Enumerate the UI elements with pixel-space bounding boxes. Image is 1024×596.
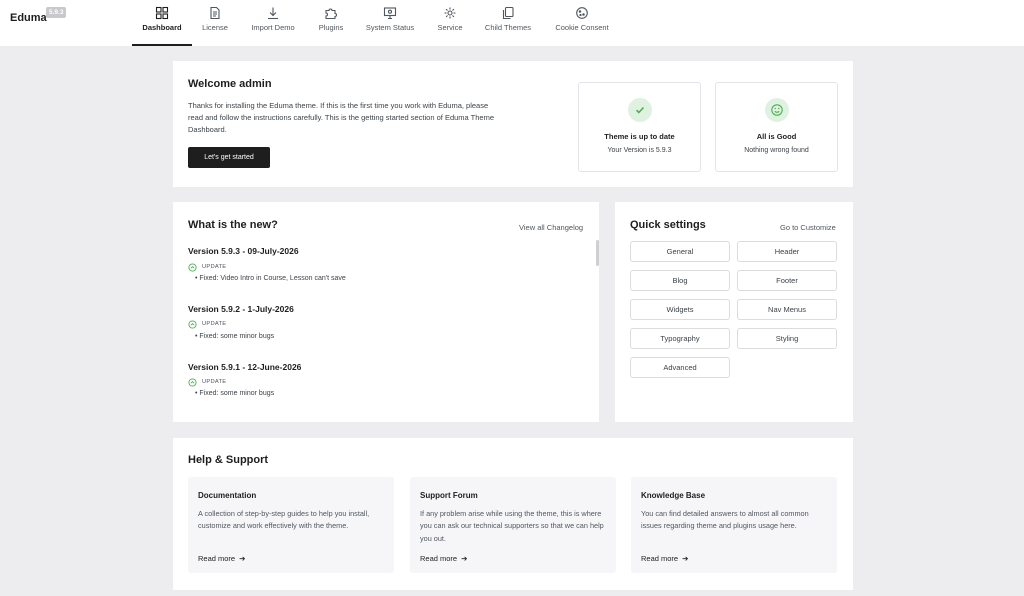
smile-status [764, 98, 789, 122]
tab-label: License [202, 23, 228, 32]
download-icon [266, 6, 280, 20]
tab-system-status[interactable]: System Status [361, 0, 419, 46]
tab-child-themes[interactable]: Child Themes [480, 0, 536, 46]
changelog-item: • Fixed: some minor bugs [195, 390, 275, 397]
checkmark-icon [635, 106, 644, 114]
version-title: Version 5.9.2 - 1-July-2026 [188, 304, 294, 314]
view-changelog-link[interactable]: View all Changelog [519, 223, 583, 232]
document-icon [208, 6, 222, 20]
help-card-title: Documentation [198, 491, 257, 500]
update-icon [188, 378, 197, 387]
changelog-card: What is the new? View all Changelog Vers… [173, 202, 599, 422]
health-status: All is Good Nothing wrong found [715, 82, 838, 172]
brand-name: Eduma [10, 12, 47, 24]
help-card-title: Knowledge Base [641, 491, 706, 500]
qs-header-button[interactable]: Header [737, 241, 837, 262]
welcome-description: Thanks for installing the Eduma theme. I… [188, 101, 494, 134]
scrollbar-thumb[interactable] [596, 240, 599, 266]
arrow-right-icon: ➔ [239, 554, 246, 563]
help-knowledge-base: Knowledge Base You can find detailed ans… [631, 477, 837, 573]
help-card-title: Support Forum [420, 491, 478, 500]
read-more-link[interactable]: Read more ➔ [198, 554, 245, 563]
version-title: Version 5.9.3 - 09-July-2026 [188, 246, 299, 256]
arrow-right-icon: ➔ [461, 554, 468, 563]
changelog-item: • Fixed: some minor bugs [195, 333, 275, 340]
help-title: Help & Support [188, 454, 269, 466]
qs-typography-button[interactable]: Typography [630, 328, 730, 349]
help-support-forum: Support Forum If any problem arise while… [410, 477, 616, 573]
qs-general-button[interactable]: General [630, 241, 730, 262]
update-icon [188, 263, 197, 272]
version-title: Version 5.9.1 - 12-June-2026 [188, 362, 302, 372]
copy-icon [501, 6, 515, 20]
qs-styling-button[interactable]: Styling [737, 328, 837, 349]
welcome-title: Welcome admin [188, 78, 272, 90]
update-status-title: Theme is up to date [604, 132, 675, 141]
update-label: UPDATE [202, 321, 227, 327]
tab-service[interactable]: Service [432, 0, 468, 46]
tab-label: System Status [365, 23, 415, 32]
help-card-description: If any problem arise while using the the… [420, 509, 604, 543]
update-icon [188, 320, 197, 329]
monitor-icon [383, 6, 397, 20]
get-started-button[interactable]: Let's get started [188, 147, 270, 168]
qs-widgets-button[interactable]: Widgets [630, 299, 730, 320]
welcome-card: Welcome admin Thanks for installing the … [173, 61, 853, 187]
tab-cookie-consent[interactable]: Cookie Consent [551, 0, 613, 46]
tab-plugins[interactable]: Plugins [313, 0, 349, 46]
update-status-subtitle: Your Version is 5.9.3 [607, 147, 672, 154]
theme-update-status: Theme is up to date Your Version is 5.9.… [578, 82, 701, 172]
read-more-link[interactable]: Read more ➔ [641, 554, 688, 563]
top-navigation-bar: Eduma 5.9.3 Dashboard License Import Dem… [0, 0, 1024, 46]
smile-icon [770, 104, 783, 116]
arrow-right-icon: ➔ [682, 554, 689, 563]
quick-settings-title: Quick settings [630, 219, 706, 231]
cookie-icon [575, 6, 589, 20]
tab-import-demo[interactable]: Import Demo [245, 0, 301, 46]
grid-icon [155, 6, 169, 20]
health-status-subtitle: Nothing wrong found [744, 147, 809, 154]
qs-footer-button[interactable]: Footer [737, 270, 837, 291]
health-status-title: All is Good [756, 132, 797, 141]
update-label: UPDATE [202, 264, 227, 270]
go-to-customize-link[interactable]: Go to Customize [780, 223, 836, 232]
quick-settings-card: Quick settings Go to Customize General H… [615, 202, 853, 422]
puzzle-icon [324, 6, 338, 20]
qs-advanced-button[interactable]: Advanced [630, 357, 730, 378]
tab-label: Cookie Consent [555, 23, 609, 32]
help-card-description: A collection of step-by-step guides to h… [198, 509, 370, 531]
changelog-title: What is the new? [188, 219, 278, 231]
update-label: UPDATE [202, 379, 227, 385]
tab-label: Import Demo [251, 23, 295, 32]
checkmark-status [627, 98, 652, 122]
help-documentation: Documentation A collection of step-by-st… [188, 477, 394, 573]
tab-dashboard[interactable]: Dashboard [132, 0, 192, 46]
qs-blog-button[interactable]: Blog [630, 270, 730, 291]
tab-label: Child Themes [484, 23, 532, 32]
help-card-description: You can find detailed answers to almost … [641, 509, 809, 531]
gear-icon [443, 6, 457, 20]
version-badge: 5.9.3 [46, 7, 67, 18]
qs-nav-menus-button[interactable]: Nav Menus [737, 299, 837, 320]
tab-license[interactable]: License [196, 0, 234, 46]
tab-label: Dashboard [142, 23, 182, 32]
tab-label: Service [437, 23, 463, 32]
tab-label: Plugins [318, 23, 344, 32]
changelog-item: • Fixed: Video Intro in Course, Lesson c… [195, 275, 346, 282]
read-more-link[interactable]: Read more ➔ [420, 554, 467, 563]
